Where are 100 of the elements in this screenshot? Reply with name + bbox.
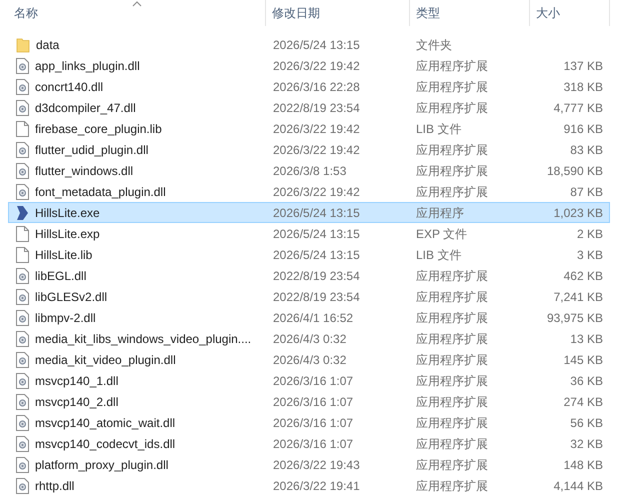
file-type: 应用程序扩展: [416, 478, 488, 492]
file-type: 应用程序扩展: [416, 310, 488, 324]
file-row[interactable]: HillsLite.exe 2026/5/24 13:15 应用程序 1,023 KB: [8, 202, 610, 223]
modified-date: 2026/3/22 19:43: [273, 458, 360, 472]
file-size: 7,241 KB: [554, 288, 603, 306]
modified-date: 2026/3/22 19:42: [273, 122, 360, 136]
file-name: flutter_windows.dll: [35, 162, 134, 180]
file-row[interactable]: font_metadata_plugin.dll 2026/3/22 19:42 应用程序扩展 87 KB: [8, 181, 610, 202]
modified-date: 2022/8/19 23:54: [273, 268, 360, 282]
modified-date: 2026/3/22 19:42: [273, 142, 360, 156]
gear-file-icon: [16, 288, 29, 304]
column-header[interactable]: 名称: [8, 0, 266, 26]
gear-file-icon: [16, 78, 29, 94]
file-size: 83 KB: [570, 142, 603, 158]
file-name: msvcp140_1.dll: [35, 372, 118, 390]
modified-date: 2026/3/22 19:41: [273, 478, 360, 492]
file-size: 916 KB: [564, 120, 603, 138]
file-row[interactable]: flutter_windows.dll 2026/3/8 1:53 应用程序扩展 18,590 KB: [8, 160, 610, 181]
column-header[interactable]: 类型: [410, 0, 530, 26]
file-size: 3 KB: [576, 246, 603, 264]
file-name: font_metadata_plugin.dll: [35, 184, 166, 200]
file-size: 13 KB: [570, 330, 603, 348]
modified-date: 2026/3/16 1:07: [273, 394, 354, 408]
file-name: data: [36, 36, 60, 54]
column-header[interactable]: 修改日期: [266, 0, 410, 26]
file-row[interactable]: libmpv-2.dll 2026/4/1 16:52 应用程序扩展 93,975 KB: [8, 307, 610, 328]
gear-file-icon: [16, 478, 29, 494]
modified-date: 2026/3/22 19:42: [273, 184, 360, 198]
file-type: 应用程序扩展: [416, 394, 488, 408]
gear-file-icon: [16, 184, 29, 200]
file-size: 36 KB: [570, 372, 603, 390]
file-size: 18,590 KB: [546, 162, 603, 180]
file-name: msvcp140_atomic_wait.dll: [35, 414, 176, 432]
file-size: 137 KB: [564, 58, 603, 74]
file-size: 2 KB: [576, 226, 603, 242]
file-row[interactable]: rhttp.dll 2026/3/22 19:41 应用程序扩展 4,144 KB: [8, 475, 610, 496]
file-row[interactable]: flutter_udid_plugin.dll 2026/3/22 19:42 应用程序扩展 83 KB: [8, 139, 610, 160]
modified-date: 2026/3/16 1:07: [273, 436, 354, 450]
file-size: 4,144 KB: [554, 478, 603, 494]
file-size: 274 KB: [564, 394, 603, 410]
file-row[interactable]: media_kit_video_plugin.dll 2026/4/3 0:32 应用程序扩展 145 KB: [8, 349, 610, 370]
modified-date: 2026/5/24 13:15: [273, 226, 360, 240]
file-row[interactable]: msvcp140_2.dll 2026/3/16 1:07 应用程序扩展 274 KB: [8, 391, 610, 412]
gear-file-icon: [16, 310, 29, 326]
file-row[interactable]: msvcp140_codecvt_ids.dll 2026/3/16 1:07 应用程序扩展 32 KB: [8, 433, 610, 454]
gear-file-icon: [16, 372, 29, 388]
app-icon: [16, 204, 29, 220]
file-name: app_links_plugin.dll: [35, 58, 140, 74]
file-type: 应用程序扩展: [416, 416, 488, 430]
file-icon: [16, 246, 29, 262]
file-row[interactable]: libGLESv2.dll 2022/8/19 23:54 应用程序扩展 7,241 KB: [8, 286, 610, 307]
file-row[interactable]: app_links_plugin.dll 2026/3/22 19:42 应用程序扩展 137 KB: [8, 55, 610, 76]
modified-date: 2026/3/8 1:53: [273, 164, 346, 178]
file-type: 应用程序扩展: [416, 80, 488, 94]
file-size: 145 KB: [564, 352, 603, 368]
modified-date: 2026/5/24 13:15: [273, 248, 360, 262]
file-size: 32 KB: [570, 436, 603, 452]
file-type: 应用程序扩展: [416, 458, 488, 472]
file-row[interactable]: libEGL.dll 2022/8/19 23:54 应用程序扩展 462 KB: [8, 265, 610, 286]
modified-date: 2026/3/16 1:07: [273, 416, 354, 430]
file-size: 462 KB: [564, 268, 603, 284]
file-type: 应用程序扩展: [416, 436, 488, 450]
file-type: 应用程序扩展: [416, 332, 488, 346]
modified-date: 2026/5/24 13:15: [273, 38, 360, 52]
file-type: 应用程序扩展: [416, 352, 488, 366]
modified-date: 2026/5/24 13:15: [273, 206, 360, 220]
gear-file-icon: [16, 394, 29, 410]
modified-date: 2026/3/16 22:28: [273, 80, 360, 94]
file-size: 1,023 KB: [554, 204, 603, 222]
file-row[interactable]: d3dcompiler_47.dll 2022/8/19 23:54 应用程序扩展 4,777 KB: [8, 97, 610, 118]
file-type: 应用程序扩展: [416, 142, 488, 156]
file-type: LIB 文件: [416, 122, 462, 136]
column-header[interactable]: 大小: [530, 0, 610, 26]
file-row[interactable]: HillsLite.lib 2026/5/24 13:15 LIB 文件 3 KB: [8, 244, 610, 265]
file-row[interactable]: data 2026/5/24 13:15 文件夹: [8, 34, 610, 55]
file-type: 应用程序: [416, 206, 464, 220]
modified-date: 2022/8/19 23:54: [273, 100, 360, 114]
file-type: 文件夹: [416, 38, 452, 52]
file-row[interactable]: HillsLite.exp 2026/5/24 13:15 EXP 文件 2 KB: [8, 223, 610, 244]
modified-date: 2026/4/1 16:52: [273, 310, 354, 324]
gear-file-icon: [16, 352, 29, 368]
gear-file-icon: [16, 162, 29, 178]
modified-date: 2022/8/19 23:54: [273, 290, 360, 304]
file-name: media_kit_video_plugin.dll: [35, 352, 176, 368]
file-type: 应用程序扩展: [416, 184, 488, 198]
file-name: libmpv-2.dll: [35, 310, 96, 326]
gear-file-icon: [16, 58, 29, 74]
file-type: 应用程序扩展: [416, 374, 488, 388]
modified-date: 2026/3/16 1:07: [273, 374, 354, 388]
file-row[interactable]: firebase_core_plugin.lib 2026/3/22 19:42 LIB 文件 916 KB: [8, 118, 610, 139]
file-row[interactable]: msvcp140_atomic_wait.dll 2026/3/16 1:07 应用程序扩展 56 KB: [8, 412, 610, 433]
file-type: 应用程序扩展: [416, 268, 488, 282]
file-row[interactable]: media_kit_libs_windows_video_plugin.... 2026/4/3 0:32 应用程序扩展 13 KB: [8, 328, 610, 349]
file-type: 应用程序扩展: [416, 164, 488, 178]
file-type: 应用程序扩展: [416, 100, 488, 114]
gear-file-icon: [16, 268, 29, 284]
file-row[interactable]: platform_proxy_plugin.dll 2026/3/22 19:43 应用程序扩展 148 KB: [8, 454, 610, 475]
file-row[interactable]: msvcp140_1.dll 2026/3/16 1:07 应用程序扩展 36 KB: [8, 370, 610, 391]
file-name: HillsLite.lib: [35, 246, 92, 264]
file-row[interactable]: concrt140.dll 2026/3/16 22:28 应用程序扩展 318 KB: [8, 76, 610, 97]
